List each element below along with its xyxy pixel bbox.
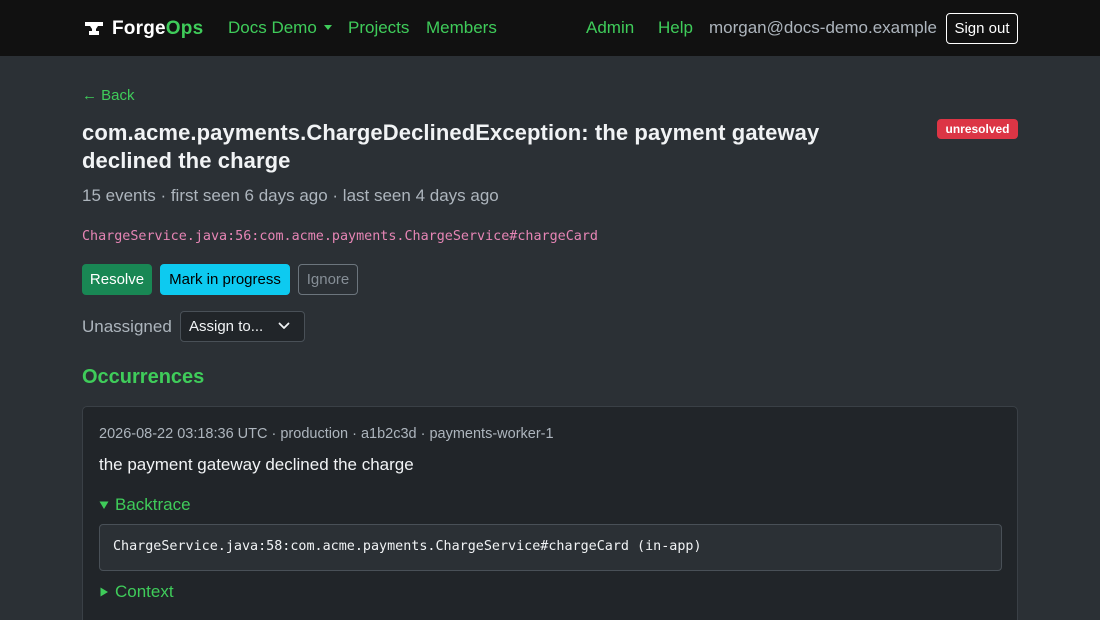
anvil-icon xyxy=(85,22,103,35)
brand-logo[interactable]: ForgeOps xyxy=(84,16,203,42)
sign-out-button[interactable]: Sign out xyxy=(946,13,1018,44)
context-toggle[interactable]: Context xyxy=(99,582,174,602)
triangle-right-icon xyxy=(100,587,108,597)
backtrace-toggle[interactable]: Backtrace xyxy=(99,495,191,515)
issue-meta: 15 events · first seen 6 days ago · last… xyxy=(82,186,499,205)
chevron-down-icon xyxy=(278,322,290,329)
issue-title: com.acme.payments.ChargeDeclinedExceptio… xyxy=(82,120,820,173)
assign-select-value: Assign to... xyxy=(189,318,264,335)
triangle-down-icon xyxy=(99,501,109,509)
back-link[interactable]: ← Back xyxy=(82,87,135,104)
context-label: Context xyxy=(115,582,174,601)
occurrence-card: 2026-08-22 03:18:36 UTC · production · a… xyxy=(82,406,1018,620)
backtrace-box: ChargeService.java:58:com.acme.payments.… xyxy=(99,524,1002,571)
backtrace-label: Backtrace xyxy=(115,495,191,514)
nav-members-link[interactable]: Members xyxy=(426,18,497,38)
occurrences-heading: Occurrences xyxy=(82,366,205,388)
occurrence-message: the payment gateway declined the charge xyxy=(99,455,414,474)
user-email: morgan@docs-demo.example xyxy=(709,18,937,37)
backtrace-frame: ChargeService.java:58:com.acme.payments.… xyxy=(113,539,702,554)
resolve-button[interactable]: Resolve xyxy=(82,264,152,295)
mark-in-progress-button[interactable]: Mark in progress xyxy=(160,264,290,295)
nav-help-link[interactable]: Help xyxy=(658,18,693,38)
caret-down-icon xyxy=(323,25,332,30)
issue-location: ChargeService.java:56:com.acme.payments.… xyxy=(82,229,598,244)
occurrence-meta: 2026-08-22 03:18:36 UTC · production · a… xyxy=(99,426,554,442)
brand-name: ForgeOps xyxy=(112,18,204,39)
ignore-button[interactable]: Ignore xyxy=(298,264,358,295)
assignee-label: Unassigned xyxy=(82,317,172,336)
nav-projects-link[interactable]: Projects xyxy=(348,18,409,38)
navbar: ForgeOps Docs Demo Projects Members Admi… xyxy=(0,0,1100,56)
assign-select[interactable]: Assign to... xyxy=(180,311,305,342)
project-dropdown[interactable]: Docs Demo xyxy=(228,18,332,38)
nav-admin-link[interactable]: Admin xyxy=(586,18,634,38)
status-badge: unresolved xyxy=(937,119,1018,139)
